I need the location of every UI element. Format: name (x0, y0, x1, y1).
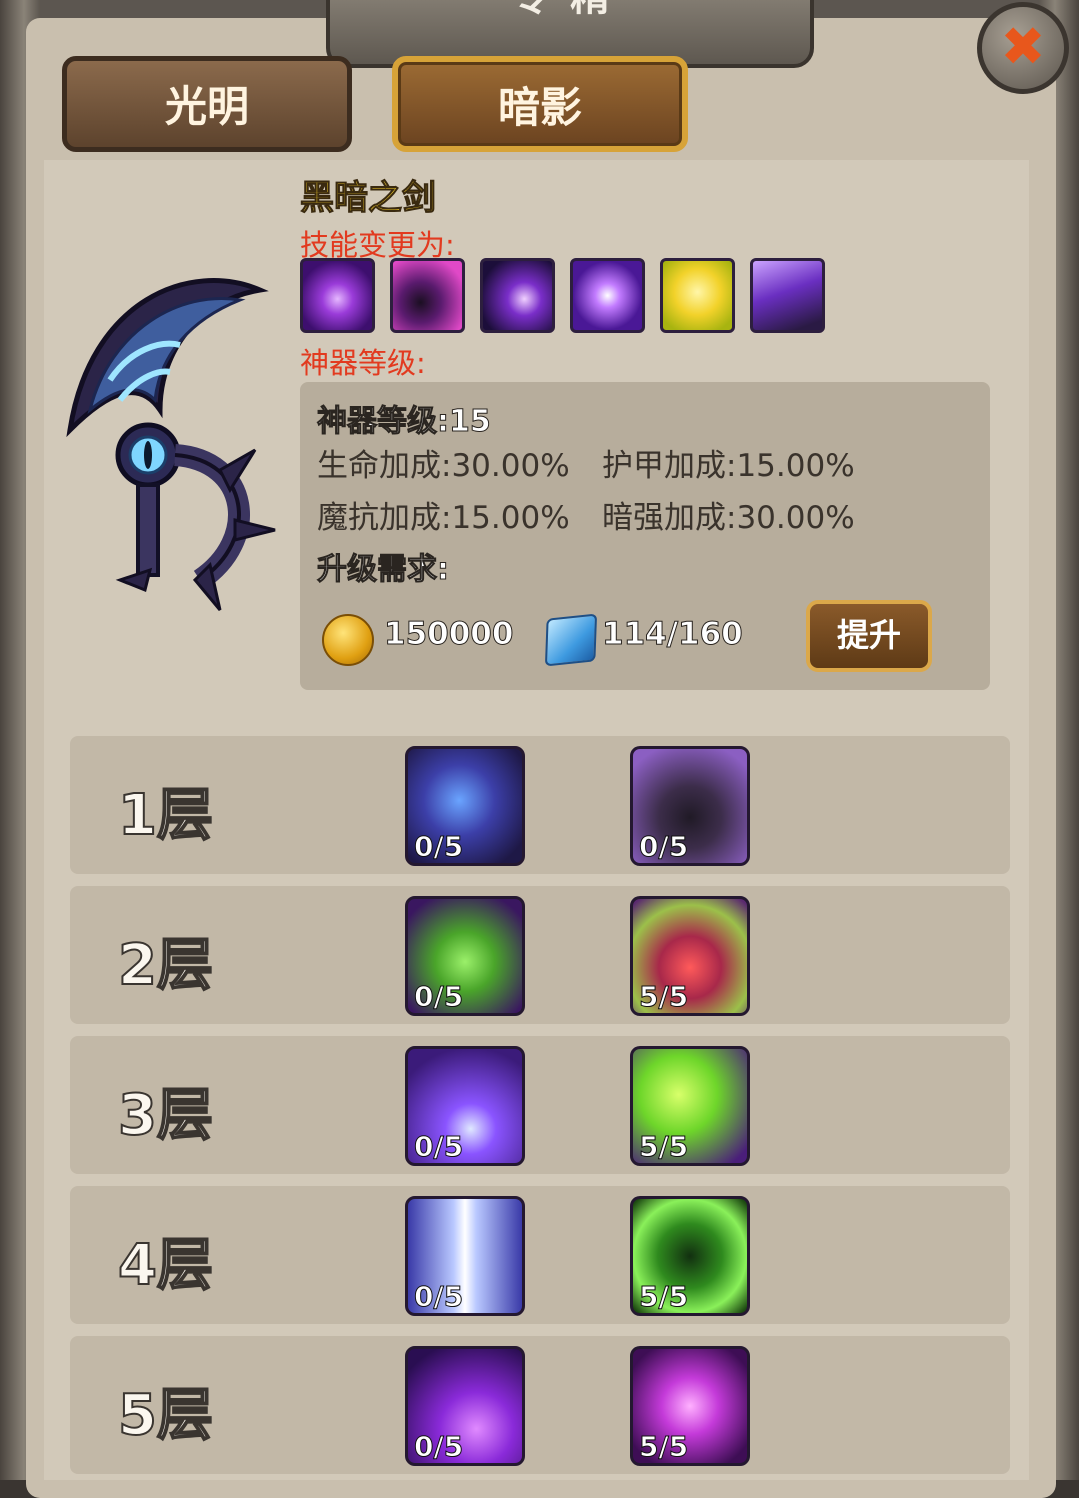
talent-count: 5/5 (638, 1430, 689, 1464)
green-flame-spirit-icon[interactable]: 0/5 (405, 896, 525, 1016)
tier-label: 5层 (117, 1382, 214, 1449)
tier-label: 1层 (117, 782, 214, 849)
upgrade-requirement-label: 升级需求: (317, 552, 450, 588)
artifact-level-value: 神器等级:15 (317, 404, 492, 440)
panel-title: 专精 (330, 0, 810, 22)
tab-light[interactable]: 光明 (62, 56, 352, 152)
crystal-icon (544, 613, 598, 667)
close-button[interactable]: ✖ (977, 2, 1069, 94)
talent-count: 5/5 (638, 1130, 689, 1164)
light-beam-icon[interactable]: 0/5 (405, 1196, 525, 1316)
stat-magic-resist: 魔抗加成:15.00% (317, 500, 570, 536)
close-icon[interactable]: ✖ (982, 7, 1064, 89)
gold-cost: 150000 (383, 616, 514, 653)
talent-count: 0/5 (413, 830, 464, 864)
shadow-summon-icon[interactable] (750, 258, 825, 333)
gold-coin-icon (322, 614, 374, 666)
golden-shield-icon[interactable] (660, 258, 735, 333)
stat-dark-power: 暗强加成:30.00% (602, 500, 855, 536)
dark-orb-icon[interactable] (300, 258, 375, 333)
talent-count: 0/5 (413, 1430, 464, 1464)
upgrade-button[interactable]: 提升 (806, 600, 932, 672)
talent-count: 0/5 (638, 830, 689, 864)
tier-label: 4层 (117, 1232, 214, 1299)
artifact-info-box: 神器等级:15 生命加成:30.00% 护甲加成:15.00% 魔抗加成:15.… (300, 382, 990, 690)
talent-count: 0/5 (413, 1130, 464, 1164)
thunder-titan-icon[interactable]: 0/5 (405, 746, 525, 866)
tab-shadow[interactable]: 暗影 (392, 56, 688, 152)
green-vortex-icon[interactable]: 5/5 (630, 1196, 750, 1316)
talent-count: 5/5 (638, 980, 689, 1014)
stat-hp: 生命加成:30.00% (317, 448, 570, 484)
talent-count: 0/5 (413, 1280, 464, 1314)
violet-storm-icon[interactable]: 0/5 (405, 1346, 525, 1466)
stat-armor: 护甲加成:15.00% (602, 448, 855, 484)
dark-sword-weapon-image (66, 278, 276, 611)
talent-count: 5/5 (638, 1280, 689, 1314)
artifact-level-label: 神器等级: (300, 346, 426, 380)
artifact-name: 黑暗之剑 (300, 178, 437, 219)
tier-row-4: 4层 0/5 5/5 (70, 1186, 1010, 1324)
ghost-shade-icon[interactable]: 0/5 (630, 746, 750, 866)
tier-row-5: 5层 0/5 5/5 (70, 1336, 1010, 1474)
talent-count: 0/5 (413, 980, 464, 1014)
shadow-swarm-icon[interactable] (480, 258, 555, 333)
tier-row-1: 1层 0/5 0/5 (70, 736, 1010, 874)
shadow-figure-icon[interactable] (390, 258, 465, 333)
fierce-face-icon[interactable]: 5/5 (630, 896, 750, 1016)
void-flare-icon[interactable]: 0/5 (405, 1046, 525, 1166)
arcane-dancer-icon[interactable]: 5/5 (630, 1346, 750, 1466)
skill-icon-row (300, 258, 825, 333)
toxic-burst-icon[interactable]: 5/5 (630, 1046, 750, 1166)
tier-label: 2层 (117, 932, 214, 999)
tier-label: 3层 (117, 1082, 214, 1149)
tier-row-2: 2层 0/5 5/5 (70, 886, 1010, 1024)
void-burst-icon[interactable] (570, 258, 645, 333)
tier-row-3: 3层 0/5 5/5 (70, 1036, 1010, 1174)
crystal-progress: 114/160 (602, 616, 744, 653)
